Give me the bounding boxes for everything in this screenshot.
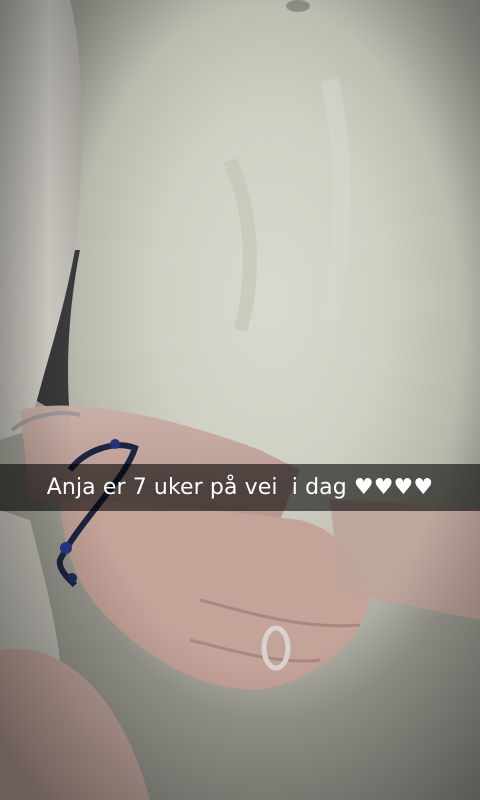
snap-view[interactable]: Anja er 7 uker på vei i dag ♥♥♥♥ bbox=[0, 0, 480, 800]
caption-bar[interactable]: Anja er 7 uker på vei i dag ♥♥♥♥ bbox=[0, 464, 480, 511]
caption-text: Anja er 7 uker på vei i dag ♥♥♥♥ bbox=[46, 474, 434, 500]
photo bbox=[0, 0, 480, 800]
